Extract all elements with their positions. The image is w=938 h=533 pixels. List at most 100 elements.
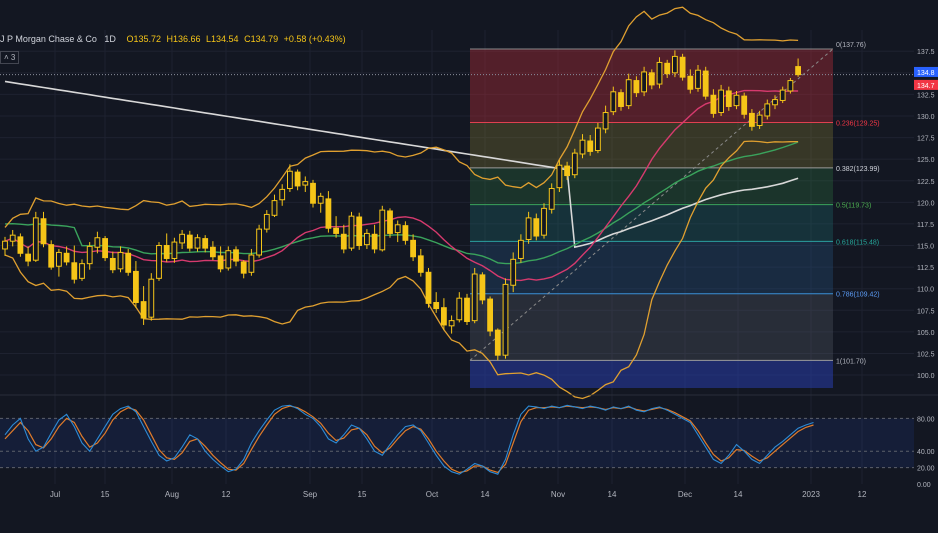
price-chart[interactable]: 0(137.76) 0.236(129.25) 0.382(123.99) 0.5(1… bbox=[0, 0, 938, 528]
candle-body bbox=[518, 239, 524, 259]
time-tick-label: 2023 bbox=[802, 490, 820, 499]
candle bbox=[487, 296, 494, 337]
candle bbox=[556, 160, 563, 192]
candle-body bbox=[233, 249, 239, 262]
candle bbox=[679, 53, 686, 81]
fib-level-label: 0.236(129.25) bbox=[836, 120, 880, 127]
candle bbox=[17, 233, 24, 257]
candle-body bbox=[287, 170, 293, 190]
candle-body bbox=[248, 254, 255, 273]
candle bbox=[156, 242, 162, 281]
time-tick-label: 15 bbox=[101, 490, 110, 499]
candle-body bbox=[48, 244, 55, 268]
candle-body bbox=[410, 239, 417, 258]
candle-body bbox=[479, 274, 486, 301]
fib-zone bbox=[470, 241, 833, 294]
candle bbox=[494, 328, 501, 361]
candle bbox=[702, 66, 709, 100]
candle-body bbox=[787, 80, 794, 92]
candle-body bbox=[294, 171, 301, 187]
candle-body bbox=[279, 188, 286, 201]
price-tick-label: 137.5 bbox=[917, 49, 935, 56]
time-tick-label: Nov bbox=[551, 490, 565, 499]
candle-body bbox=[325, 198, 332, 229]
candle-body bbox=[756, 114, 763, 126]
fib-level-label: 0.618(115.48) bbox=[836, 239, 879, 246]
fib-level-label: 0.382(123.99) bbox=[836, 166, 880, 173]
candle bbox=[787, 77, 794, 94]
candle-body bbox=[595, 127, 601, 152]
ohlc-low: L134.54 bbox=[206, 34, 239, 44]
candle-body bbox=[741, 95, 748, 115]
candle-body bbox=[79, 263, 85, 279]
candle-body bbox=[425, 271, 432, 304]
candle-body bbox=[86, 245, 93, 265]
chart-root: 0(137.76) 0.236(129.25) 0.382(123.99) 0.5(1… bbox=[0, 0, 938, 528]
candle-body bbox=[333, 227, 340, 234]
candle-body bbox=[263, 213, 270, 230]
candle-body bbox=[533, 218, 540, 237]
ohlc-high: H136.66 bbox=[166, 34, 201, 44]
candle-body bbox=[364, 232, 370, 246]
candle bbox=[541, 203, 547, 239]
candle-body bbox=[525, 217, 532, 240]
candle-body bbox=[548, 188, 555, 210]
candle bbox=[348, 211, 355, 251]
stochastic-band bbox=[0, 418, 914, 468]
candle-body bbox=[371, 233, 378, 250]
indicator-collapse-button[interactable]: ˄ 3 bbox=[0, 51, 20, 64]
candle-body bbox=[25, 253, 32, 262]
candle-body bbox=[171, 241, 178, 259]
candle-body bbox=[186, 234, 193, 249]
candle-body bbox=[664, 62, 671, 75]
price-tick-label: 115.0 bbox=[917, 244, 934, 251]
candle bbox=[48, 240, 55, 270]
candle bbox=[502, 278, 509, 359]
price-tick-label: 102.5 bbox=[917, 351, 935, 358]
candle-body bbox=[17, 236, 24, 254]
candle-body bbox=[718, 89, 725, 114]
candle-body bbox=[156, 245, 162, 279]
price-tag-label: 134.7 bbox=[917, 83, 935, 90]
fib-level-label: 1(101.70) bbox=[836, 358, 866, 365]
candle bbox=[125, 248, 132, 276]
candle-body bbox=[687, 75, 694, 90]
price-tick-label: 130.0 bbox=[917, 114, 935, 121]
candle-body bbox=[117, 251, 124, 270]
candle-body bbox=[764, 103, 771, 117]
ohlc-open: O135.72 bbox=[126, 34, 161, 44]
candle-body bbox=[464, 297, 470, 323]
candle-body bbox=[502, 283, 509, 356]
candle-body bbox=[633, 80, 640, 94]
time-tick-label: 12 bbox=[858, 490, 867, 499]
candle-body bbox=[587, 140, 594, 152]
candle-body bbox=[648, 72, 655, 86]
price-tick-label: 105.0 bbox=[917, 330, 935, 337]
candle bbox=[571, 148, 578, 179]
candle-body bbox=[94, 237, 101, 248]
candle-body bbox=[710, 94, 717, 114]
stochastic-tick-label: 80.00 bbox=[917, 416, 935, 423]
price-tick-label: 110.0 bbox=[917, 287, 934, 294]
candle-body bbox=[679, 56, 686, 78]
candle-body bbox=[779, 89, 786, 101]
candle-body bbox=[610, 91, 617, 113]
price-tick-label: 107.5 bbox=[917, 308, 935, 315]
candle-body bbox=[394, 224, 401, 234]
candle bbox=[356, 212, 363, 250]
interval-label[interactable]: 1D bbox=[104, 34, 116, 44]
candle-body bbox=[417, 255, 424, 273]
time-tick-label: 14 bbox=[608, 490, 617, 499]
fibonacci-retracement: 0(137.76) 0.236(129.25) 0.382(123.99) 0.5(1… bbox=[469, 42, 880, 388]
candle-body bbox=[32, 217, 39, 261]
candle-body bbox=[433, 302, 440, 310]
candle bbox=[310, 179, 316, 208]
candle-body bbox=[225, 250, 232, 269]
price-tick-label: 120.0 bbox=[917, 200, 935, 207]
candle-body bbox=[40, 218, 47, 245]
price-tick-label: 127.5 bbox=[917, 136, 935, 143]
candle-body bbox=[163, 245, 170, 259]
time-tick-label: 14 bbox=[481, 490, 490, 499]
candle bbox=[741, 92, 748, 119]
candle-body bbox=[217, 255, 224, 270]
